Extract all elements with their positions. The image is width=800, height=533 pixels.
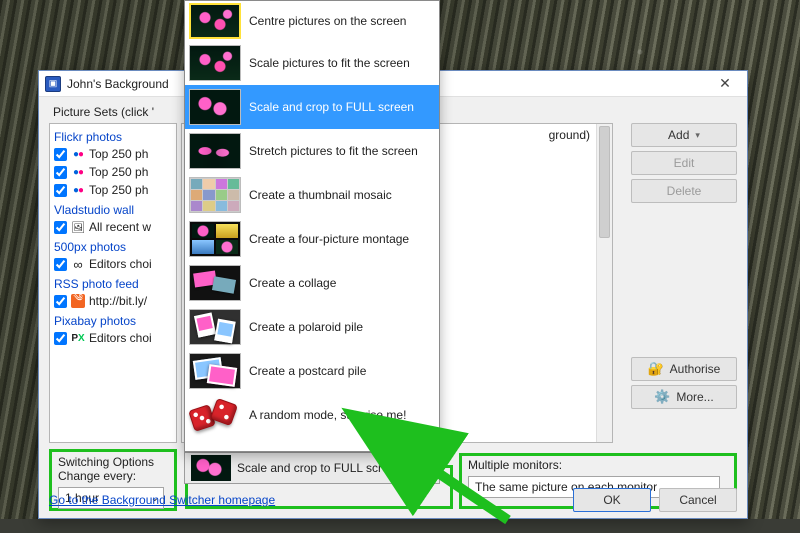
instruction-suffix: ground)	[549, 128, 590, 142]
option-label: Create a thumbnail mosaic	[249, 188, 392, 202]
tree-item[interactable]: All recent w	[54, 218, 172, 236]
mode-option-four-montage[interactable]: Create a four-picture montage	[185, 217, 439, 261]
option-label: A random mode, surprise me!	[249, 408, 406, 422]
checkbox[interactable]	[54, 166, 67, 179]
button-label: OK	[603, 493, 620, 507]
mode-option-postcard[interactable]: Create a postcard pile	[185, 349, 439, 393]
tree-item-label: All recent w	[89, 220, 151, 234]
mode-option-scale-crop[interactable]: Scale and crop to FULL screen	[185, 85, 439, 129]
button-label: Cancel	[679, 493, 716, 507]
option-label: Create a polaroid pile	[249, 320, 363, 334]
checkbox[interactable]	[54, 184, 67, 197]
option-label: Stretch pictures to fit the screen	[249, 144, 418, 158]
mode-thumb	[189, 309, 241, 345]
mode-option-random[interactable]: A random mode, surprise me!	[185, 393, 439, 437]
dice-icon	[189, 397, 241, 433]
mode-thumb	[189, 133, 241, 169]
mode-thumb	[189, 177, 241, 213]
tree-item-label: Top 250 ph	[89, 183, 148, 197]
cancel-button[interactable]: Cancel	[659, 488, 737, 512]
category-flickr[interactable]: Flickr photos	[54, 130, 172, 144]
mode-option-scale-fit[interactable]: Scale pictures to fit the screen	[185, 41, 439, 85]
mode-thumb	[189, 265, 241, 301]
ok-button[interactable]: OK	[573, 488, 651, 512]
tree-item-label: Editors choi	[89, 331, 152, 345]
picture-sets-tree[interactable]: Flickr photos Top 250 ph Top 250 ph Top …	[49, 123, 177, 443]
authorise-button[interactable]: 🔐 Authorise	[631, 357, 737, 381]
tree-item[interactable]: Top 250 ph	[54, 163, 172, 181]
category-pixabay[interactable]: Pixabay photos	[54, 314, 172, 328]
mode-option-centre[interactable]: Centre pictures on the screen	[185, 1, 439, 41]
mode-thumb	[189, 221, 241, 257]
checkbox[interactable]	[54, 295, 67, 308]
chevron-down-icon: ▾	[695, 130, 700, 141]
button-label: Add	[668, 128, 689, 142]
instruction-prefix: Picture Sets (click '	[53, 105, 154, 119]
mode-thumb	[191, 455, 231, 481]
mode-option-polaroid[interactable]: Create a polaroid pile	[185, 305, 439, 349]
more-button[interactable]: ⚙️ More...	[631, 385, 737, 409]
category-vladstudio[interactable]: Vladstudio wall	[54, 203, 172, 217]
close-button[interactable]: ✕	[703, 71, 747, 97]
tree-item[interactable]: Editors choi	[54, 255, 172, 273]
flickr-icon	[71, 147, 85, 161]
option-label: Scale pictures to fit the screen	[249, 56, 410, 70]
option-label: Create a four-picture montage	[249, 232, 409, 246]
checkbox[interactable]	[54, 221, 67, 234]
category-500px[interactable]: 500px photos	[54, 240, 172, 254]
flickr-icon	[71, 165, 85, 179]
checkbox[interactable]	[54, 258, 67, 271]
dialog-footer: Go to the Background Switcher homepage O…	[49, 488, 737, 512]
pixabay-icon: PX	[71, 331, 85, 345]
option-label: Create a postcard pile	[249, 364, 366, 378]
add-button[interactable]: Add ▾	[631, 123, 737, 147]
homepage-link[interactable]: Go to the Background Switcher homepage	[49, 493, 275, 507]
tree-item[interactable]: Top 250 ph	[54, 145, 172, 163]
option-label: Create a collage	[249, 276, 336, 290]
tree-item-label: http://bit.ly/	[89, 294, 147, 308]
checkbox[interactable]	[54, 148, 67, 161]
mode-thumb	[189, 353, 241, 389]
checkbox[interactable]	[54, 332, 67, 345]
mode-thumb	[189, 3, 241, 39]
monitors-label: Multiple monitors:	[468, 458, 728, 472]
delete-button[interactable]: Delete	[631, 179, 737, 203]
mode-thumb	[189, 89, 241, 125]
rss-icon: ༄	[71, 294, 85, 308]
button-label: Authorise	[670, 362, 721, 376]
button-label: Delete	[667, 184, 702, 198]
tree-item[interactable]: Top 250 ph	[54, 181, 172, 199]
chevron-down-icon: ▾	[425, 462, 439, 475]
app-icon: ▣	[45, 76, 61, 92]
flickr-icon	[71, 183, 85, 197]
close-icon: ✕	[719, 75, 731, 92]
infinity-icon	[71, 257, 85, 271]
lock-icon: 🔐	[648, 361, 664, 377]
option-label: Centre pictures on the screen	[249, 14, 406, 28]
button-label: Edit	[674, 156, 695, 170]
switching-label: Change every:	[58, 469, 168, 483]
button-label: More...	[676, 390, 713, 404]
mode-option-mosaic[interactable]: Create a thumbnail mosaic	[185, 173, 439, 217]
picture-icon	[71, 220, 85, 234]
gear-icon: ⚙️	[654, 389, 670, 405]
edit-button[interactable]: Edit	[631, 151, 737, 175]
mode-thumb	[189, 45, 241, 81]
picture-mode-select[interactable]: Scale and crop to FULL screen ▾	[184, 452, 440, 484]
mode-option-stretch[interactable]: Stretch pictures to fit the screen	[185, 129, 439, 173]
tree-item-label: Top 250 ph	[89, 147, 148, 161]
select-value: Scale and crop to FULL screen	[237, 461, 425, 475]
picture-mode-dropdown[interactable]: Centre pictures on the screen Scale pict…	[184, 0, 440, 452]
tree-item-label: Top 250 ph	[89, 165, 148, 179]
mode-option-collage[interactable]: Create a collage	[185, 261, 439, 305]
actions-column: Add ▾ Edit Delete 🔐 Authorise ⚙️ More...	[631, 123, 737, 413]
category-rss[interactable]: RSS photo feed	[54, 277, 172, 291]
tree-item[interactable]: PX Editors choi	[54, 329, 172, 347]
scrollbar[interactable]	[596, 124, 612, 442]
tree-item-label: Editors choi	[89, 257, 152, 271]
switching-title: Switching Options	[58, 455, 168, 469]
option-label: Scale and crop to FULL screen	[249, 100, 414, 114]
tree-item[interactable]: ༄ http://bit.ly/	[54, 292, 172, 310]
